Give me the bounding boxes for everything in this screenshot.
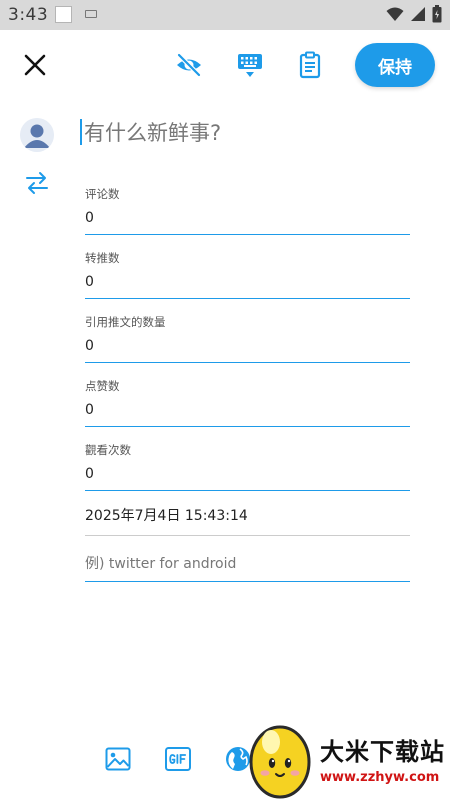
clipboard-button[interactable] xyxy=(293,48,327,82)
close-button[interactable] xyxy=(20,50,50,80)
post-editor-screen: 3:43 保持 有什么新鲜事? 评论数 0 转推数 0 引用推文的数量 0 点赞… xyxy=(0,0,450,800)
watermark: 大米下载站 www.zzhyw.com xyxy=(240,718,450,800)
person-avatar-icon[interactable] xyxy=(20,118,54,152)
hide-toggle-button[interactable] xyxy=(172,48,206,82)
status-icons xyxy=(386,5,442,23)
watermark-url: www.zzhyw.com xyxy=(320,770,440,785)
image-icon xyxy=(105,747,131,771)
field-label: 引用推文的数量 xyxy=(85,315,166,329)
white-square-icon xyxy=(55,6,72,23)
like-count-field[interactable]: 点赞数 0 xyxy=(85,378,410,427)
save-button[interactable]: 保持 xyxy=(355,43,435,87)
field-value: 0 xyxy=(85,466,94,482)
watermark-title: 大米下载站 xyxy=(320,738,445,766)
field-label: 点赞数 xyxy=(85,379,120,393)
field-value: 0 xyxy=(85,402,94,418)
field-value: 0 xyxy=(85,338,94,354)
eye-off-icon xyxy=(176,52,202,78)
field-label: 转推数 xyxy=(85,251,120,265)
field-label: 评论数 xyxy=(85,187,120,201)
gif-icon xyxy=(165,747,191,771)
status-bar: 3:43 xyxy=(0,0,450,30)
datetime-field[interactable]: 2025年7月4日 15:43:14 xyxy=(85,505,410,536)
wifi-icon xyxy=(386,7,404,21)
swap-arrows-icon[interactable] xyxy=(24,170,50,196)
compose-text-input[interactable]: 有什么新鲜事? xyxy=(80,116,221,148)
field-value: 0 xyxy=(85,210,94,226)
gif-button[interactable] xyxy=(164,745,192,773)
keyboard-icon xyxy=(85,10,97,18)
image-button[interactable] xyxy=(104,745,132,773)
clipboard-icon xyxy=(299,51,321,79)
retweet-count-field[interactable]: 转推数 0 xyxy=(85,250,410,299)
status-time: 3:43 xyxy=(8,5,49,25)
keyboard-button[interactable] xyxy=(233,48,267,82)
field-label: 觀看次数 xyxy=(85,443,131,457)
compose-placeholder: 有什么新鲜事? xyxy=(84,121,222,145)
reply-count-field[interactable]: 评论数 0 xyxy=(85,186,410,235)
close-icon xyxy=(24,54,46,76)
quote-count-field[interactable]: 引用推文的数量 0 xyxy=(85,314,410,363)
battery-icon xyxy=(432,5,442,23)
view-count-field[interactable]: 觀看次数 0 xyxy=(85,442,410,491)
mascot-logo-icon xyxy=(249,725,311,799)
text-caret xyxy=(80,119,82,145)
client-field[interactable]: 例) twitter for android xyxy=(85,553,410,582)
field-value: 0 xyxy=(85,274,94,290)
keyboard-icon xyxy=(238,54,262,77)
signal-icon xyxy=(411,7,425,21)
